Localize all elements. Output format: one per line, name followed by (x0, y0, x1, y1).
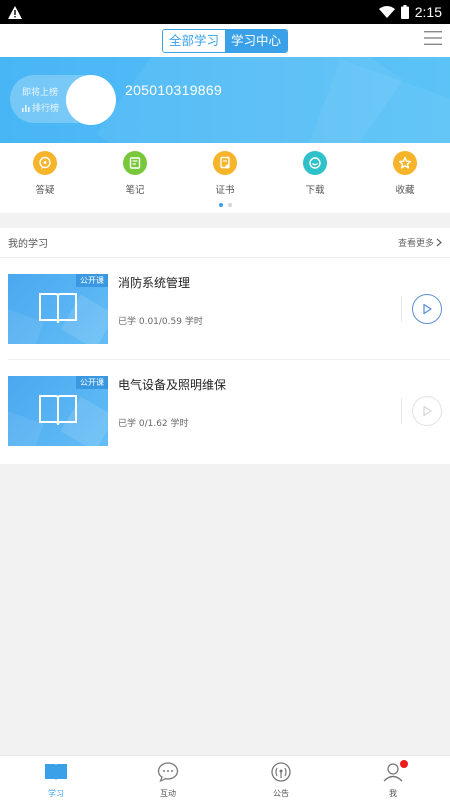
status-time: 2:15 (414, 4, 442, 20)
tab-all-learning[interactable]: 全部学习 (162, 29, 225, 52)
action-qa[interactable]: 答疑 (15, 151, 75, 196)
chat-icon (157, 762, 179, 783)
certificate-icon (213, 151, 237, 175)
course-progress: 已学 0/1.62 学时 (118, 419, 189, 429)
ranking-link[interactable]: 排行榜 (22, 101, 59, 114)
page-dot-active (218, 203, 223, 207)
course-progress: 已学 0.01/0.59 学时 (118, 317, 203, 327)
wifi-icon (378, 6, 395, 18)
course-thumbnail: 公开课 (8, 376, 108, 446)
action-label: 下载 (305, 185, 325, 196)
question-bubble-icon (33, 151, 57, 175)
nav-label: 公告 (273, 789, 289, 798)
nav-announcement[interactable]: 公告 (251, 762, 311, 799)
profile-banner: 即将上榜 排行榜 205010319869 (0, 57, 450, 143)
course-title: 电气设备及照明维保 (118, 378, 227, 392)
action-notes[interactable]: 笔记 (105, 151, 165, 196)
action-label: 收藏 (395, 185, 415, 196)
bottom-nav: 学习 互动 公告 我 (0, 755, 450, 800)
avatar[interactable] (66, 75, 116, 125)
section-title: 我的学习 (8, 239, 48, 250)
nav-interact[interactable]: 互动 (138, 762, 198, 799)
action-download[interactable]: 下载 (285, 151, 345, 196)
action-label: 笔记 (125, 185, 145, 196)
action-favorites[interactable]: 收藏 (375, 151, 435, 196)
page-dot (227, 203, 232, 207)
battery-icon (400, 5, 409, 19)
nav-me[interactable]: 我 (363, 760, 423, 799)
action-label: 证书 (215, 185, 235, 196)
course-title: 消防系统管理 (118, 276, 191, 290)
view-more-link[interactable]: 查看更多 (398, 236, 442, 249)
chevron-right-icon (436, 238, 442, 247)
nav-learn[interactable]: 学习 (26, 762, 86, 799)
book-icon (39, 395, 77, 426)
course-card[interactable]: 公开课 消防系统管理 已学 0.01/0.59 学时 (0, 258, 450, 360)
play-button[interactable] (412, 294, 442, 324)
play-button[interactable] (412, 396, 442, 426)
my-learning-section: 我的学习 查看更多 公开课 消防系统管理 已学 0.01/0.59 学时 公开课… (0, 228, 450, 464)
page-indicator (0, 203, 450, 207)
top-header: 全部学习 学习中心 (0, 24, 450, 57)
action-label: 答疑 (35, 185, 55, 196)
ranking-label: 排行榜 (32, 104, 60, 114)
download-icon (303, 151, 327, 175)
star-icon (393, 151, 417, 175)
nav-label: 互动 (160, 789, 176, 798)
bar-chart-icon (22, 104, 30, 112)
view-more-label: 查看更多 (397, 239, 434, 249)
hamburger-icon[interactable] (424, 29, 442, 47)
rank-status-label: 即将上榜 (22, 88, 59, 98)
warning-icon (8, 5, 22, 19)
mode-switch: 全部学习 学习中心 (161, 28, 289, 53)
play-icon (423, 405, 432, 417)
broadcast-icon (271, 762, 291, 782)
course-thumbnail: 公开课 (8, 274, 108, 344)
note-icon (123, 151, 147, 175)
status-bar: 2:15 (0, 0, 450, 24)
quick-actions: 答疑 笔记 证书 下载 收藏 (0, 143, 450, 213)
notification-badge (400, 760, 408, 768)
nav-label: 我 (389, 789, 397, 798)
course-tag: 公开课 (76, 274, 108, 287)
nav-label: 学习 (48, 789, 64, 798)
action-certificate[interactable]: 证书 (195, 151, 255, 196)
book-icon (45, 764, 67, 781)
user-id: 205010319869 (125, 82, 223, 98)
course-card[interactable]: 公开课 电气设备及照明维保 已学 0/1.62 学时 (0, 360, 450, 462)
tab-learning-center[interactable]: 学习中心 (225, 29, 288, 52)
book-icon (39, 293, 77, 324)
course-tag: 公开课 (76, 376, 108, 389)
play-icon (423, 303, 432, 315)
section-header: 我的学习 查看更多 (0, 228, 450, 258)
